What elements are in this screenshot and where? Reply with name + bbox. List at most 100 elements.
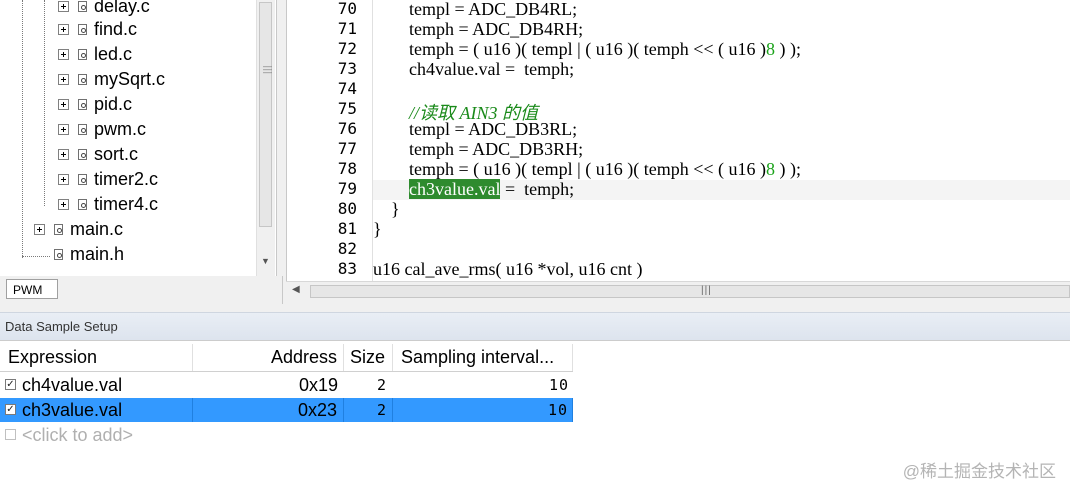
line-number: 78 bbox=[337, 159, 357, 178]
line-number: 77 bbox=[337, 139, 357, 158]
code-line[interactable]: } bbox=[373, 219, 382, 240]
c-file-icon bbox=[78, 149, 87, 160]
scrollbar-thumb[interactable]: ||| bbox=[310, 285, 1070, 298]
expand-icon[interactable] bbox=[58, 74, 69, 85]
project-tree: delay.c find.c led.c mySqrt.c pid.c pwm.… bbox=[0, 0, 277, 276]
interval-cell: 10 bbox=[548, 376, 569, 394]
tree-item-label: delay.c bbox=[94, 0, 150, 16]
c-file-icon bbox=[54, 224, 63, 235]
expand-icon[interactable] bbox=[58, 124, 69, 135]
expand-icon[interactable] bbox=[58, 199, 69, 210]
expand-icon[interactable] bbox=[58, 149, 69, 160]
code-line[interactable]: temph = ( u16 )( templ | ( u16 )( temph … bbox=[373, 39, 801, 60]
tree-item-main-c[interactable]: main.c bbox=[34, 217, 123, 242]
column-header-size[interactable]: Size bbox=[344, 344, 393, 371]
c-file-icon bbox=[78, 24, 87, 35]
code-line[interactable]: templ = ADC_DB3RL; bbox=[373, 119, 577, 140]
tree-item-main-h[interactable]: main.h bbox=[45, 242, 124, 267]
c-file-icon bbox=[78, 174, 87, 185]
address-cell: 0x19 bbox=[298, 375, 338, 395]
code-token: templ = ADC_DB4RL; bbox=[373, 0, 578, 19]
expression-cell: ch4value.val bbox=[22, 375, 123, 395]
scroll-down-arrow-icon[interactable]: ▼ bbox=[261, 256, 270, 266]
column-header-expression[interactable]: Expression bbox=[0, 344, 193, 371]
size-cell: 2 bbox=[344, 398, 393, 422]
line-number: 72 bbox=[337, 39, 357, 58]
tab-pwm[interactable]: PWM bbox=[6, 279, 58, 299]
tree-item-label: pwm.c bbox=[94, 119, 147, 139]
code-line[interactable]: temph = ADC_DB3RH; bbox=[373, 139, 583, 160]
table-header: Expression Address Size Sampling interva… bbox=[0, 344, 573, 372]
code-line[interactable]: ch4value.val = temph; bbox=[373, 59, 574, 80]
row-checkbox[interactable]: ✓ bbox=[5, 404, 16, 415]
column-header-address[interactable]: Address bbox=[193, 344, 344, 371]
code-token: ) ); bbox=[775, 159, 802, 179]
expand-icon[interactable] bbox=[58, 49, 69, 60]
code-token: temph = ( u16 )( templ | ( u16 )( temph … bbox=[373, 39, 766, 59]
line-number: 80 bbox=[337, 199, 357, 218]
expand-icon[interactable] bbox=[58, 99, 69, 110]
tree-item-label: main.h bbox=[70, 244, 125, 264]
code-token: = temph; bbox=[500, 179, 575, 199]
code-line[interactable]: templ = ADC_DB4RL; bbox=[373, 0, 577, 20]
line-number: 75 bbox=[337, 99, 357, 118]
watermark: @稀土掘金技术社区 bbox=[902, 462, 1056, 481]
line-number: 71 bbox=[337, 19, 357, 38]
tree-item-label: find.c bbox=[94, 19, 138, 39]
grip-icon: — — — bbox=[263, 61, 272, 77]
grip-icon: ||| bbox=[701, 285, 712, 296]
tree-item-pid[interactable]: pid.c bbox=[58, 92, 132, 117]
address-cell: 0x23 bbox=[193, 398, 344, 422]
tree-item-led[interactable]: led.c bbox=[58, 42, 132, 67]
tree-item-label: sort.c bbox=[94, 144, 139, 164]
tree-item-label: pid.c bbox=[94, 94, 133, 114]
line-number: 79 bbox=[337, 179, 357, 198]
row-checkbox[interactable] bbox=[5, 429, 16, 440]
click-to-add-placeholder[interactable]: <click to add> bbox=[22, 423, 322, 447]
expand-icon[interactable] bbox=[34, 224, 45, 235]
code-line[interactable]: temph = ADC_DB4RH; bbox=[373, 19, 583, 40]
scroll-left-arrow-icon[interactable]: ◀ bbox=[292, 284, 300, 295]
tree-item-find[interactable]: find.c bbox=[58, 17, 137, 42]
code-token: templ = ADC_DB3RL; bbox=[373, 119, 578, 139]
interval-cell: 10 bbox=[393, 398, 573, 422]
line-number: 82 bbox=[337, 239, 357, 258]
panel-title: Data Sample Setup bbox=[0, 312, 1070, 340]
tree-item-label: led.c bbox=[94, 44, 133, 64]
c-file-icon bbox=[78, 1, 87, 12]
code-token: 8 bbox=[766, 159, 775, 179]
code-line[interactable]: u16 cal_ave_rms( u16 *vol, u16 cnt ) bbox=[373, 259, 642, 280]
editor-horizontal-scrollbar[interactable]: ◀ ||| bbox=[286, 281, 1070, 301]
column-header-sampling-interval[interactable]: Sampling interval... bbox=[393, 344, 573, 371]
expand-icon[interactable] bbox=[58, 174, 69, 185]
scrollbar-thumb[interactable]: — — — bbox=[259, 2, 272, 227]
add-row[interactable]: <click to add> bbox=[0, 423, 573, 447]
code-token: ch4value.val = temph; bbox=[373, 59, 575, 79]
expand-icon[interactable] bbox=[58, 24, 69, 35]
table-row-selected[interactable]: ✓ ch3value.val 0x23 2 10 bbox=[0, 398, 573, 422]
tree-item-timer2[interactable]: timer2.c bbox=[58, 167, 158, 192]
expand-icon[interactable] bbox=[58, 1, 69, 12]
tree-item-timer4[interactable]: timer4.c bbox=[58, 192, 158, 217]
tree-item-pwm[interactable]: pwm.c bbox=[58, 117, 146, 142]
code-token: temph = ADC_DB4RH; bbox=[373, 19, 584, 39]
tree-guide-line bbox=[44, 0, 45, 206]
h-file-icon bbox=[54, 249, 63, 260]
tree-item-mysqrt[interactable]: mySqrt.c bbox=[58, 67, 165, 92]
tree-item-sort[interactable]: sort.c bbox=[58, 142, 138, 167]
code-line[interactable]: temph = ( u16 )( templ | ( u16 )( temph … bbox=[373, 159, 801, 180]
code-line[interactable]: ch3value.val = temph; bbox=[373, 179, 574, 200]
table-row[interactable]: ✓ ch4value.val 0x19 2 10 bbox=[0, 373, 573, 397]
tree-vertical-scrollbar[interactable]: — — — ▼ bbox=[256, 0, 275, 276]
code-line[interactable]: } bbox=[373, 199, 400, 220]
tree-item-label: timer4.c bbox=[94, 194, 159, 214]
code-token: u16 cal_ave_rms( u16 *vol, u16 cnt ) bbox=[373, 259, 643, 279]
line-number: 76 bbox=[337, 119, 357, 138]
code-token: } bbox=[373, 199, 400, 219]
row-checkbox[interactable]: ✓ bbox=[5, 379, 16, 390]
code-token: temph = ADC_DB3RH; bbox=[373, 139, 584, 159]
code-editor[interactable]: 70 71 72 73 74 75 76 77 78 79 80 81 82 83 templ = ADC… bbox=[286, 0, 1070, 281]
c-file-icon bbox=[78, 49, 87, 60]
tree-item-label: main.c bbox=[70, 219, 124, 239]
